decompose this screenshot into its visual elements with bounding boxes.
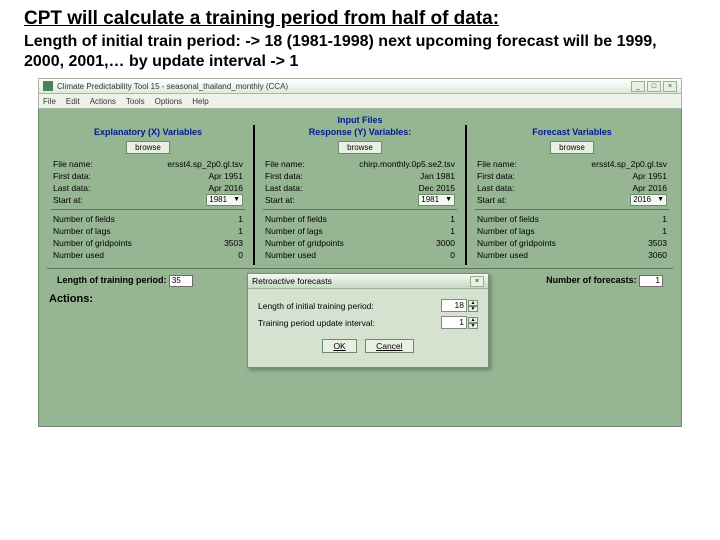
y-grid: 3000	[436, 237, 455, 249]
minimize-button[interactable]: _	[631, 81, 645, 92]
initial-length-spinner[interactable]: 18 ▲▼	[441, 299, 478, 312]
divider	[253, 125, 255, 265]
label-firstdata: First data:	[53, 170, 91, 182]
label-nused: Number used	[53, 249, 104, 261]
y-first: Jan 1981	[420, 170, 455, 182]
x-first: Apr 1951	[209, 170, 244, 182]
y-lags: 1	[450, 225, 455, 237]
initial-length-value[interactable]: 18	[441, 299, 467, 312]
x-start-value: 1981	[209, 194, 227, 206]
maximize-button[interactable]: □	[647, 81, 661, 92]
app-window: Climate Predictability Tool 15 - seasona…	[38, 78, 682, 427]
f-start-dropdown[interactable]: 2016 ▼	[630, 194, 667, 206]
ok-button[interactable]: OK	[322, 339, 356, 353]
label-lastdata: Last data:	[53, 182, 90, 194]
close-button[interactable]: ×	[663, 81, 677, 92]
x-filename: ersst4.sp_2p0.gl.tsv	[167, 158, 243, 170]
menu-file[interactable]: File	[43, 97, 56, 106]
f-browse-button[interactable]: browse	[550, 141, 594, 154]
f-fields: 1	[662, 213, 667, 225]
x-start-dropdown[interactable]: 1981 ▼	[206, 194, 243, 206]
dialog-close-button[interactable]: ×	[470, 276, 484, 287]
x-last: Apr 2016	[209, 182, 244, 194]
f-filename: ersst4.sp_2p0.gl.tsv	[591, 158, 667, 170]
cancel-button[interactable]: Cancel	[365, 339, 413, 353]
label-startat: Start at:	[53, 194, 83, 206]
menu-edit[interactable]: Edit	[66, 97, 80, 106]
canvas: Input Files Explanatory (X) Variables br…	[38, 109, 682, 427]
menu-help[interactable]: Help	[192, 97, 208, 106]
x-used: 0	[238, 249, 243, 261]
length-input[interactable]: 35	[169, 275, 193, 287]
y-fields: 1	[450, 213, 455, 225]
menu-options[interactable]: Options	[155, 97, 183, 106]
app-icon	[43, 81, 53, 91]
f-column: Forecast Variables browse File name:erss…	[471, 125, 673, 265]
f-first: Apr 1951	[633, 170, 668, 182]
dialog-titlebar: Retroactive forecasts ×	[248, 274, 488, 289]
f-lags: 1	[662, 225, 667, 237]
spin-down-icon[interactable]: ▼	[468, 306, 478, 312]
menu-tools[interactable]: Tools	[126, 97, 145, 106]
label-nfields: Number of fields	[53, 213, 115, 225]
label-ngrid: Number of gridpoints	[53, 237, 132, 249]
f-start-value: 2016	[633, 194, 651, 206]
x-header: Explanatory (X) Variables	[51, 125, 245, 141]
x-browse-button[interactable]: browse	[126, 141, 170, 154]
y-browse-button[interactable]: browse	[338, 141, 382, 154]
y-last: Dec 2015	[419, 182, 455, 194]
initial-length-label: Length of initial training period:	[258, 301, 374, 311]
y-header: Response (Y) Variables:	[263, 125, 457, 141]
y-column: Response (Y) Variables: browse File name…	[259, 125, 461, 265]
update-interval-value[interactable]: 1	[441, 316, 467, 329]
length-label: Length of training period:	[57, 275, 167, 285]
titlebar: Climate Predictability Tool 15 - seasona…	[38, 78, 682, 94]
y-filename: chirp.monthly.0p5.se2.tsv	[359, 158, 455, 170]
nforecasts-input[interactable]: 1	[639, 275, 663, 287]
y-start-value: 1981	[421, 194, 439, 206]
update-interval-label: Training period update interval:	[258, 318, 375, 328]
x-fields: 1	[238, 213, 243, 225]
f-header: Forecast Variables	[475, 125, 669, 141]
nforecasts-label: Number of forecasts:	[546, 275, 637, 285]
slide-title: CPT will calculate a training period fro…	[0, 0, 720, 32]
chevron-down-icon: ▼	[445, 194, 452, 206]
chevron-down-icon: ▼	[657, 194, 664, 206]
x-grid: 3503	[224, 237, 243, 249]
spin-down-icon[interactable]: ▼	[468, 323, 478, 329]
y-start-dropdown[interactable]: 1981 ▼	[418, 194, 455, 206]
x-lags: 1	[238, 225, 243, 237]
y-used: 0	[450, 249, 455, 261]
chevron-down-icon: ▼	[233, 194, 240, 206]
x-column: Explanatory (X) Variables browse File na…	[47, 125, 249, 265]
f-used: 3060	[648, 249, 667, 261]
label-nlags: Number of lags	[53, 225, 111, 237]
slide-subtitle: Length of initial train period: -> 18 (1…	[0, 32, 720, 78]
menubar: File Edit Actions Tools Options Help	[38, 94, 682, 109]
retroactive-dialog: Retroactive forecasts × Length of initia…	[247, 273, 489, 368]
label-filename: File name:	[53, 158, 93, 170]
divider	[465, 125, 467, 265]
update-interval-spinner[interactable]: 1 ▲▼	[441, 316, 478, 329]
dialog-title: Retroactive forecasts	[252, 276, 332, 286]
f-grid: 3503	[648, 237, 667, 249]
window-title: Climate Predictability Tool 15 - seasona…	[57, 82, 288, 91]
menu-actions[interactable]: Actions	[90, 97, 116, 106]
input-files-header: Input Files	[47, 115, 673, 125]
f-last: Apr 2016	[633, 182, 668, 194]
